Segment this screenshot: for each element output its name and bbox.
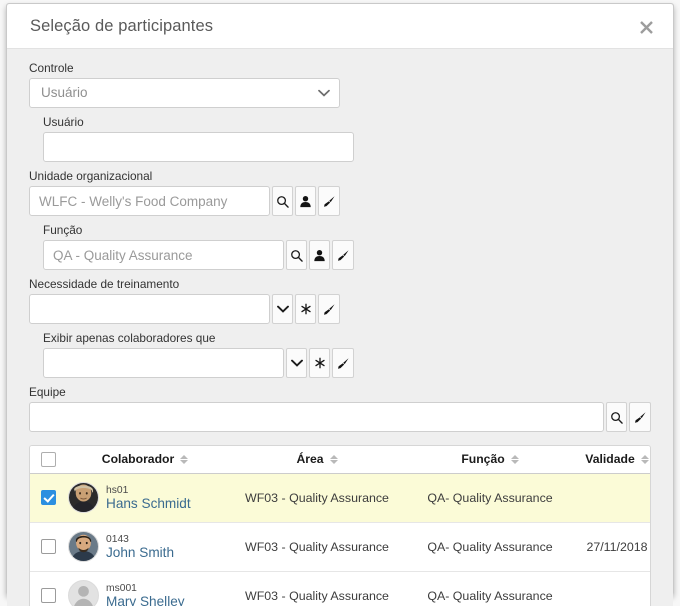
close-icon[interactable]	[633, 14, 659, 40]
participants-grid: Colaborador Área Função Validade hs01 Ha…	[29, 445, 651, 606]
search-icon[interactable]	[286, 240, 307, 270]
search-icon[interactable]	[606, 402, 627, 432]
column-header-validade-label: Validade	[585, 452, 635, 467]
asterisk-icon[interactable]	[309, 348, 330, 378]
person-name: Hans Schmidt	[106, 496, 191, 512]
participant-selection-dialog: Seleção de participantes Controle Usuári…	[6, 3, 674, 606]
funcao-input[interactable]	[43, 240, 284, 270]
field-necessidade-treinamento: Necessidade de treinamento	[29, 277, 340, 324]
row-checkbox[interactable]	[40, 490, 56, 506]
brush-icon[interactable]	[318, 294, 340, 324]
label-usuario: Usuário	[43, 115, 84, 129]
cell-colaborador: 0143 John Smith	[66, 522, 224, 572]
cell-validade	[570, 473, 650, 523]
cell-colaborador: hs01 Hans Schmidt	[66, 473, 224, 523]
dialog-title: Seleção de participantes	[30, 17, 214, 35]
row-select-cell	[30, 571, 66, 606]
person-name: John Smith	[106, 545, 175, 561]
label-funcao: Função	[43, 223, 83, 237]
avatar	[68, 482, 99, 513]
row-select-cell	[30, 522, 66, 572]
necessidade-treinamento-input[interactable]	[29, 294, 270, 324]
sort-icon[interactable]	[180, 454, 189, 464]
column-header-area-label: Área	[296, 452, 324, 467]
table-row[interactable]: hs01 Hans Schmidt WF03 - Quality Assuran…	[30, 473, 650, 523]
filters-form: Controle Usuário Usuário Unidade organiz…	[29, 49, 651, 439]
sort-icon[interactable]	[510, 454, 519, 464]
controle-select[interactable]: Usuário	[29, 78, 340, 108]
field-exibir-colaboradores: Exibir apenas colaboradores que	[43, 331, 354, 378]
select-all-header	[30, 446, 66, 474]
row-select-cell	[30, 473, 66, 523]
cell-area: WF03 - Quality Assurance	[224, 571, 410, 606]
table-row[interactable]: ms001 Mary Shelley WF03 - Quality Assura…	[30, 571, 650, 606]
unidade-organizacional-input[interactable]	[29, 186, 270, 216]
brush-icon[interactable]	[332, 240, 354, 270]
cell-funcao: QA- Quality Assurance	[410, 571, 570, 606]
label-necessidade-treinamento: Necessidade de treinamento	[29, 277, 180, 291]
cell-validade	[570, 571, 650, 606]
brush-icon[interactable]	[332, 348, 354, 378]
column-header-funcao-label: Função	[461, 452, 505, 467]
screen: Seleção de participantes Controle Usuári…	[0, 0, 680, 606]
cell-funcao: QA- Quality Assurance	[410, 522, 570, 572]
sort-icon[interactable]	[640, 454, 649, 464]
label-equipe: Equipe	[29, 385, 66, 399]
person-id: hs01	[106, 485, 129, 497]
column-header-validade[interactable]: Validade	[570, 446, 650, 474]
cell-validade: 27/11/2018	[570, 522, 650, 572]
column-header-area[interactable]: Área	[224, 446, 410, 474]
cell-area: WF03 - Quality Assurance	[224, 473, 410, 523]
label-controle: Controle	[29, 61, 74, 75]
column-header-colaborador[interactable]: Colaborador	[66, 446, 224, 474]
column-header-funcao[interactable]: Função	[410, 446, 570, 474]
select-all-checkbox[interactable]	[40, 451, 56, 467]
dialog-header: Seleção de participantes	[7, 4, 673, 49]
exibir-colaboradores-input[interactable]	[43, 348, 284, 378]
column-header-colaborador-label: Colaborador	[101, 452, 175, 467]
brush-icon[interactable]	[318, 186, 340, 216]
sort-icon[interactable]	[329, 454, 338, 464]
field-usuario: Usuário	[43, 115, 354, 162]
row-checkbox[interactable]	[40, 588, 56, 604]
person-icon[interactable]	[309, 240, 330, 270]
table-row[interactable]: 0143 John Smith WF03 - Quality Assurance…	[30, 522, 650, 572]
field-funcao: Função	[43, 223, 354, 270]
asterisk-icon[interactable]	[295, 294, 316, 324]
person-icon[interactable]	[295, 186, 316, 216]
table-header-row: Colaborador Área Função Validade	[30, 446, 650, 474]
field-unidade-organizacional: Unidade organizacional	[29, 169, 340, 216]
chevron-down-icon[interactable]	[272, 294, 293, 324]
cell-funcao: QA- Quality Assurance	[410, 473, 570, 523]
avatar	[68, 531, 99, 562]
cell-colaborador: ms001 Mary Shelley	[66, 571, 224, 606]
label-exibir-colaboradores: Exibir apenas colaboradores que	[43, 331, 216, 345]
person-id: 0143	[106, 534, 129, 546]
row-checkbox[interactable]	[40, 539, 56, 555]
person-id: ms001	[106, 583, 137, 595]
field-controle: Controle Usuário	[29, 61, 340, 108]
label-unidade-organizacional: Unidade organizacional	[29, 169, 153, 183]
dialog-body: Controle Usuário Usuário Unidade organiz…	[7, 49, 673, 606]
cell-area: WF03 - Quality Assurance	[224, 522, 410, 572]
search-icon[interactable]	[272, 186, 293, 216]
chevron-down-icon[interactable]	[286, 348, 307, 378]
person-name: Mary Shelley	[106, 594, 185, 606]
brush-icon[interactable]	[629, 402, 651, 432]
avatar	[68, 580, 99, 606]
equipe-input[interactable]	[29, 402, 604, 432]
usuario-input[interactable]	[43, 132, 354, 162]
field-equipe: Equipe	[29, 385, 651, 432]
